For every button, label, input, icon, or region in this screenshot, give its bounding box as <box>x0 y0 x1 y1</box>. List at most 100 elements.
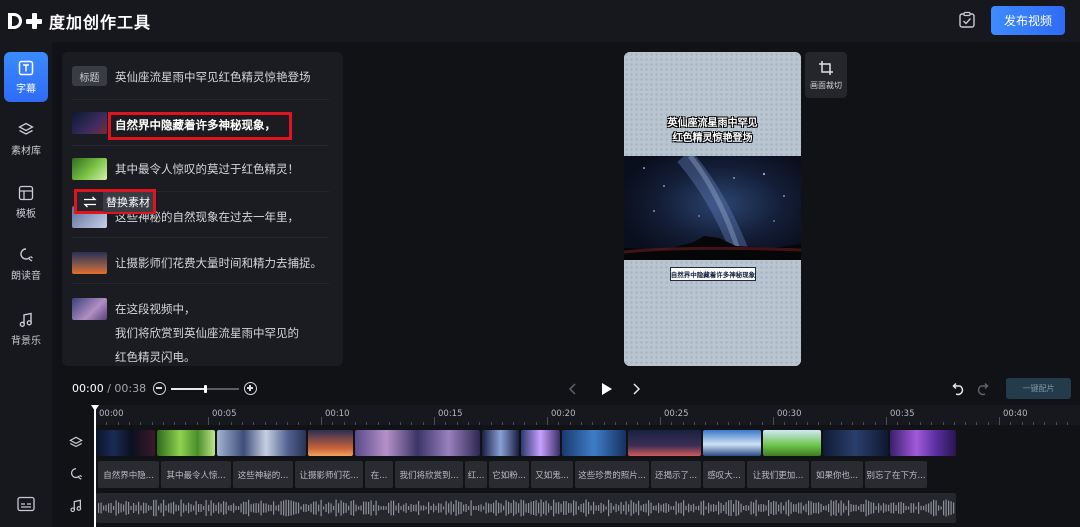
waveform-bar <box>905 505 907 511</box>
replace-material-button[interactable]: 替换素材 <box>74 189 156 214</box>
waveform-bar <box>860 504 862 512</box>
zoom-slider-thumb[interactable] <box>203 385 207 393</box>
subtitle-text[interactable]: 让摄影师们花费大量时间和精力去捕捉。 <box>115 251 322 275</box>
video-clip[interactable] <box>482 430 519 456</box>
publish-video-button[interactable]: 发布视频 <box>991 6 1065 35</box>
text-icon <box>18 60 34 75</box>
waveform-bar <box>728 500 730 516</box>
subtitle-clip[interactable]: 感叹大... <box>703 461 745 488</box>
waveform-bar <box>538 502 540 514</box>
waveform-bar <box>440 503 442 513</box>
subtitle-text[interactable]: 其中最令人惊叹的莫过于红色精灵！ <box>115 157 299 181</box>
waveform-bar <box>790 502 792 514</box>
total-time: / 00:38 <box>107 382 147 395</box>
video-clip[interactable] <box>157 430 215 456</box>
video-clip[interactable] <box>308 430 353 456</box>
waveform-bar <box>138 501 140 515</box>
video-clip[interactable] <box>763 430 821 456</box>
waveform-bar <box>848 500 850 516</box>
clip-thumbnail[interactable] <box>72 252 107 274</box>
waveform-bar <box>238 506 240 510</box>
zoom-out-icon[interactable] <box>153 382 166 395</box>
subtitle-clip[interactable]: 自然界中隐... <box>98 461 159 488</box>
auto-match-button[interactable]: 一键配片 <box>1006 378 1071 399</box>
title-text[interactable]: 英仙座流星雨中罕见红色精灵惊艳登场 <box>115 65 311 89</box>
subtitle-row[interactable]: 在这段视频中， 我们将欣赏到英仙座流星雨中罕见的 红色精灵闪电。 <box>62 284 343 366</box>
subtitle-clip[interactable]: 又如鬼... <box>531 461 573 488</box>
redo-icon[interactable] <box>975 381 991 397</box>
clip-thumbnail[interactable] <box>72 298 107 320</box>
task-check-icon[interactable] <box>958 11 976 29</box>
video-clip[interactable] <box>703 430 761 456</box>
subtitle-clip[interactable]: 这些珍贵的照片... <box>575 461 649 488</box>
ruler-tick <box>580 422 582 425</box>
waveform-bar <box>755 499 757 517</box>
waveform-bar <box>683 500 685 516</box>
video-clip[interactable] <box>628 430 701 456</box>
subtitle-clip[interactable]: 还揭示了... <box>651 461 701 488</box>
subtitle-clip[interactable]: 让摄影师们花... <box>295 461 363 488</box>
subtitle-clip[interactable]: 这些神秘的... <box>233 461 293 488</box>
waveform-bar <box>883 503 885 513</box>
video-clip[interactable] <box>890 430 956 456</box>
next-icon[interactable] <box>628 381 644 397</box>
nav-item-background-music[interactable]: 背景乐 <box>4 304 48 354</box>
nav-item-subtitles[interactable]: 字幕 <box>4 52 48 102</box>
subtitle-row[interactable]: 其中最令人惊叹的莫过于红色精灵！ <box>62 146 343 192</box>
previous-icon[interactable] <box>565 381 581 397</box>
waveform-bar <box>415 504 417 512</box>
subtitle-clip[interactable]: 其中最令人惊... <box>161 461 231 488</box>
clip-thumbnail[interactable] <box>72 112 107 134</box>
waveform-bar <box>445 501 447 515</box>
video-track[interactable] <box>96 430 956 456</box>
waveform-bar <box>833 501 835 515</box>
waveform-bar <box>105 504 107 512</box>
selected-subtitle-text[interactable]: 自然界中隐藏着许多神秘现象， <box>115 116 276 134</box>
video-clip[interactable] <box>823 430 888 456</box>
subtitle-clip[interactable]: 如果你也... <box>811 461 863 488</box>
subtitle-clip[interactable]: 让我们更加... <box>747 461 809 488</box>
preview-caption[interactable]: 自然界中隐藏着许多神秘现象 <box>670 267 756 281</box>
subtitle-clip[interactable]: 它如粉... <box>489 461 529 488</box>
video-clip[interactable] <box>521 430 560 456</box>
ruler-tick-label: 00:15 <box>438 409 463 419</box>
clip-thumbnail[interactable] <box>72 158 107 180</box>
subtitle-clip[interactable]: 别忘了在下方... <box>865 461 927 488</box>
subtitle-text-line[interactable]: 我们将欣赏到英仙座流星雨中罕见的 <box>115 321 299 345</box>
ruler-tick <box>693 422 695 425</box>
zoom-slider[interactable] <box>171 385 239 393</box>
subtitle-title-row[interactable]: 标题 英仙座流星雨中罕见红色精灵惊艳登场 <box>62 52 343 100</box>
ruler-tick <box>919 422 921 425</box>
zoom-in-icon[interactable] <box>244 382 257 395</box>
ruler-tick <box>739 422 741 425</box>
subtitle-row[interactable]: 让摄影师们花费大量时间和精力去捕捉。 <box>62 238 343 284</box>
waveform-bar <box>210 500 212 516</box>
subtitle-clip[interactable]: 红... <box>465 461 487 488</box>
waveform-bar <box>885 504 887 512</box>
play-icon[interactable] <box>598 381 614 397</box>
crop-button[interactable]: 画面裁切 <box>805 52 847 98</box>
subtitle-clip[interactable]: 我们将欣赏到... <box>395 461 463 488</box>
video-clip[interactable] <box>562 430 626 456</box>
subtitle-text-line[interactable]: 在这段视频中， <box>115 297 196 321</box>
video-clip[interactable] <box>217 430 306 456</box>
subtitle-clip[interactable]: 在... <box>365 461 393 488</box>
nav-item-templates[interactable]: 模板 <box>4 177 48 227</box>
waveform-bar <box>600 502 602 514</box>
waveform-bar <box>288 500 290 516</box>
waveform-bar <box>610 502 612 514</box>
music-icon <box>19 312 32 327</box>
subtitle-track[interactable]: 自然界中隐... 其中最令人惊... 这些神秘的... 让摄影师们花... 在... 我们… <box>96 461 956 488</box>
nav-item-material-library[interactable]: 素材库 <box>4 114 48 164</box>
subtitle-settings-icon[interactable] <box>17 496 35 512</box>
timeline-ruler[interactable]: 00:00 00:05 00:10 00:15 00:20 00:25 00:30 00:35… <box>95 405 1080 425</box>
background-music-track[interactable] <box>96 493 956 523</box>
waveform-bar <box>898 502 900 514</box>
nav-item-voice[interactable]: 朗读音 <box>4 239 48 289</box>
subtitle-text-line[interactable]: 红色精灵闪电。 <box>115 345 196 366</box>
video-clip[interactable] <box>96 430 155 456</box>
undo-icon[interactable] <box>950 381 966 397</box>
video-preview[interactable]: 英仙座流星雨中罕见 红色精灵惊艳登场 自然界中隐藏着许多神秘现象 <box>624 52 801 366</box>
video-clip[interactable] <box>355 430 480 456</box>
ruler-tick-label: 00:35 <box>890 409 915 419</box>
